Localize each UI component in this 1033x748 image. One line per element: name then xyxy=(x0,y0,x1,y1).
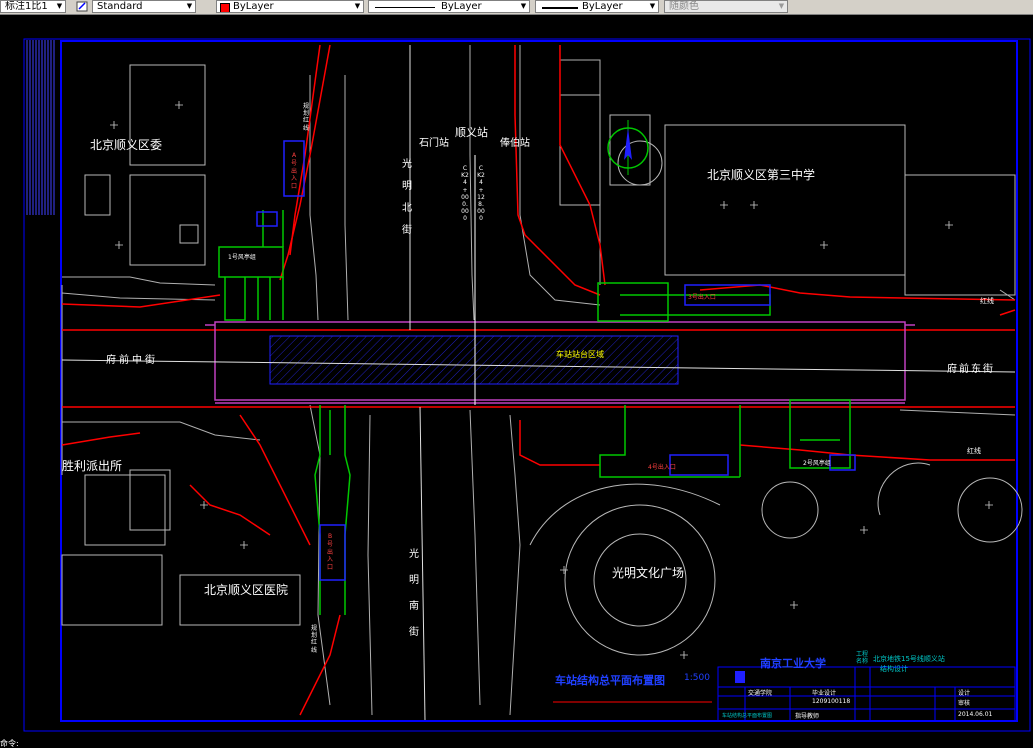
station-label-current: 顺义站 xyxy=(455,126,488,139)
university-logo xyxy=(735,671,745,683)
entrance-label-1: 1号风亭组 xyxy=(228,254,256,261)
linetype-value: ByLayer xyxy=(441,1,482,12)
linetype-combo[interactable]: ByLayer ▼ xyxy=(368,0,530,13)
building-label-ne: 北京顺义区第三中学 xyxy=(707,168,816,182)
entrance-label-3: 3号出入口 xyxy=(688,294,716,301)
titleblock-row3-left: 车站结构总平面布置图 xyxy=(722,713,773,719)
platform-zone xyxy=(269,335,679,385)
street-label-south: 光明南街 xyxy=(409,549,419,638)
lineweight-combo[interactable]: ByLayer ▼ xyxy=(535,0,659,13)
textstyle-combo[interactable]: Standard ▼ xyxy=(92,0,196,13)
vertical-red-label-1: 规划红线 xyxy=(302,103,309,132)
entrance-label-4: 4号出入口 xyxy=(648,464,676,471)
linetype-sample xyxy=(375,7,435,8)
titleblock-row2-mid: 1209100118 xyxy=(812,698,851,705)
textstyle-icon[interactable] xyxy=(76,1,88,12)
lineweight-value: ByLayer xyxy=(582,1,623,12)
titleblock-project-name: 北京地铁15号线顺义站 xyxy=(873,655,945,663)
plotstyle-value: 随颜色 xyxy=(669,1,699,12)
building-label-plaza: 光明文化广场 xyxy=(612,566,685,580)
properties-toolbar: 标注1比1 ▼ Standard ▼ ByLayer ▼ ByLayer ▼ B… xyxy=(0,0,1033,15)
platform-zone-label: 车站站台区域 xyxy=(556,350,604,359)
entrance-label-a: A号出入口 xyxy=(290,152,297,191)
drawing-canvas[interactable]: 北京顺义区委 北京顺义区第三中学 胜利派出所 北京顺义区医院 光明文化广场 府前… xyxy=(0,15,1033,740)
textstyle-value: Standard xyxy=(97,1,143,12)
color-swatch xyxy=(220,3,230,12)
titleblock-designer: 设计 xyxy=(958,690,971,697)
layer-color-combo[interactable]: ByLayer ▼ xyxy=(216,0,364,13)
entrance-label-2: 2号风亭组 xyxy=(803,460,831,467)
street-label-east: 府前东街 xyxy=(947,364,995,375)
red-line-label: 红线 xyxy=(980,297,994,305)
station-label-prev: 石门站 xyxy=(419,138,449,149)
chevron-down-icon: ▼ xyxy=(354,2,361,10)
titleblock-row1-left: 交通学院 xyxy=(748,690,773,697)
titleblock-row3-mid: 指导教师 xyxy=(795,713,820,720)
drawing-title: 车站结构总平面布置图 xyxy=(555,674,665,687)
building-label-nw: 北京顺义区委 xyxy=(90,138,163,152)
titleblock-project-sub: 结构设计 xyxy=(880,665,908,673)
command-line[interactable]: 命令: xyxy=(0,740,1033,748)
titleblock-date: 2014.06.01 xyxy=(958,711,993,718)
left-ruler xyxy=(26,40,55,215)
drawing-svg xyxy=(23,38,1031,732)
titleblock-checker: 审核 xyxy=(958,700,971,707)
layer-color-value: ByLayer xyxy=(233,1,274,12)
entrance-structures xyxy=(218,210,851,615)
plotstyle-combo[interactable]: 随颜色 ▼ xyxy=(664,0,788,13)
dimstyle-combo[interactable]: 标注1比1 ▼ xyxy=(0,0,66,13)
drawing-scale: 1:500 xyxy=(684,673,710,683)
titleblock-project-label: 工程名称 xyxy=(856,651,869,665)
station-label-next: 俸伯站 xyxy=(500,138,530,149)
building-label-police: 胜利派出所 xyxy=(62,459,123,473)
mileage-label-2: CK24+128.000 xyxy=(477,165,485,223)
entrance-label-b: B号出入口 xyxy=(326,533,333,572)
chevron-down-icon: ▼ xyxy=(649,2,656,10)
chevron-down-icon: ▼ xyxy=(520,2,527,10)
command-prompt: 命令: xyxy=(0,739,19,748)
chevron-down-icon: ▼ xyxy=(778,2,785,10)
red-line-label-2: 红线 xyxy=(967,447,981,455)
titleblock-university: 南京工业大学 xyxy=(760,657,826,670)
street-label-west: 府前中街 xyxy=(106,355,158,366)
titleblock-row1-mid: 毕业设计 xyxy=(812,690,837,697)
mileage-label: CK24+000.000 xyxy=(461,165,469,223)
chevron-down-icon: ▼ xyxy=(186,2,193,10)
street-label-north: 光明北街 xyxy=(402,159,412,236)
dimstyle-value: 标注1比1 xyxy=(5,1,48,12)
lineweight-sample xyxy=(542,7,578,9)
building-label-hospital: 北京顺义区医院 xyxy=(204,583,289,597)
north-arrow xyxy=(607,120,649,175)
chevron-down-icon: ▼ xyxy=(56,2,63,10)
vertical-red-label-2: 规划红线 xyxy=(310,625,317,654)
